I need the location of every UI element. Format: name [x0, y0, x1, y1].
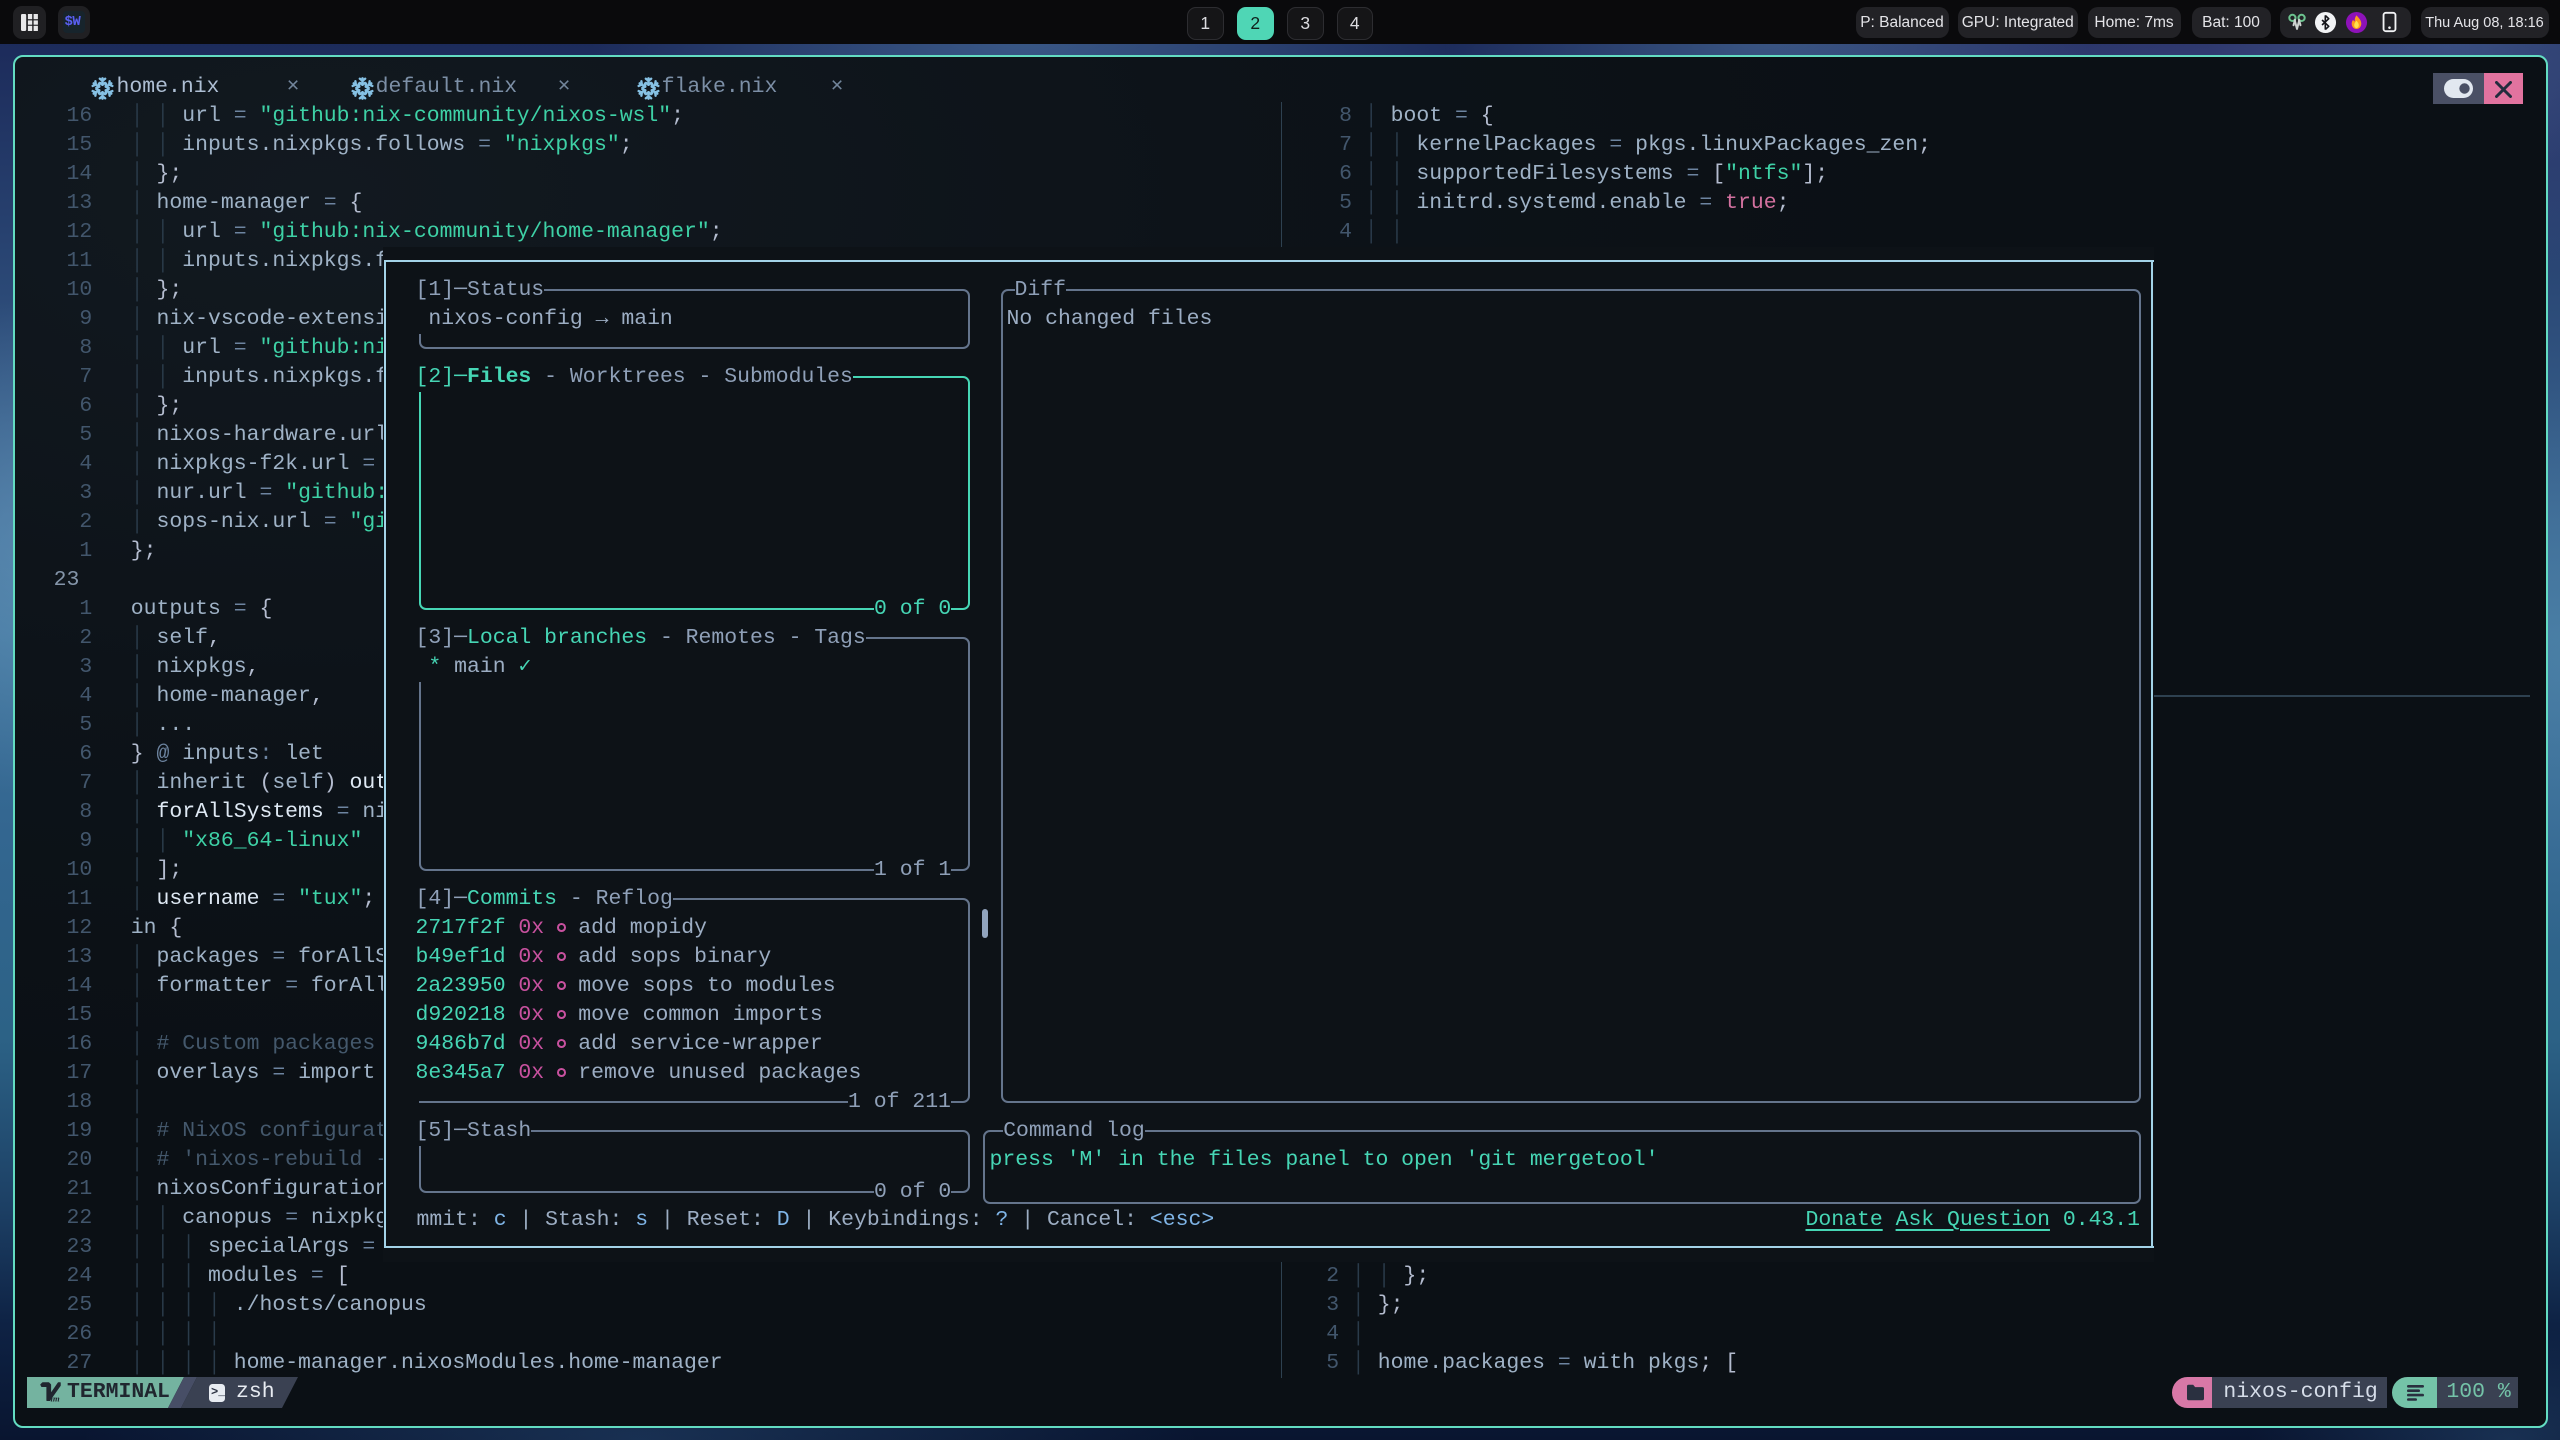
svg-text:im: im — [51, 1393, 60, 1403]
